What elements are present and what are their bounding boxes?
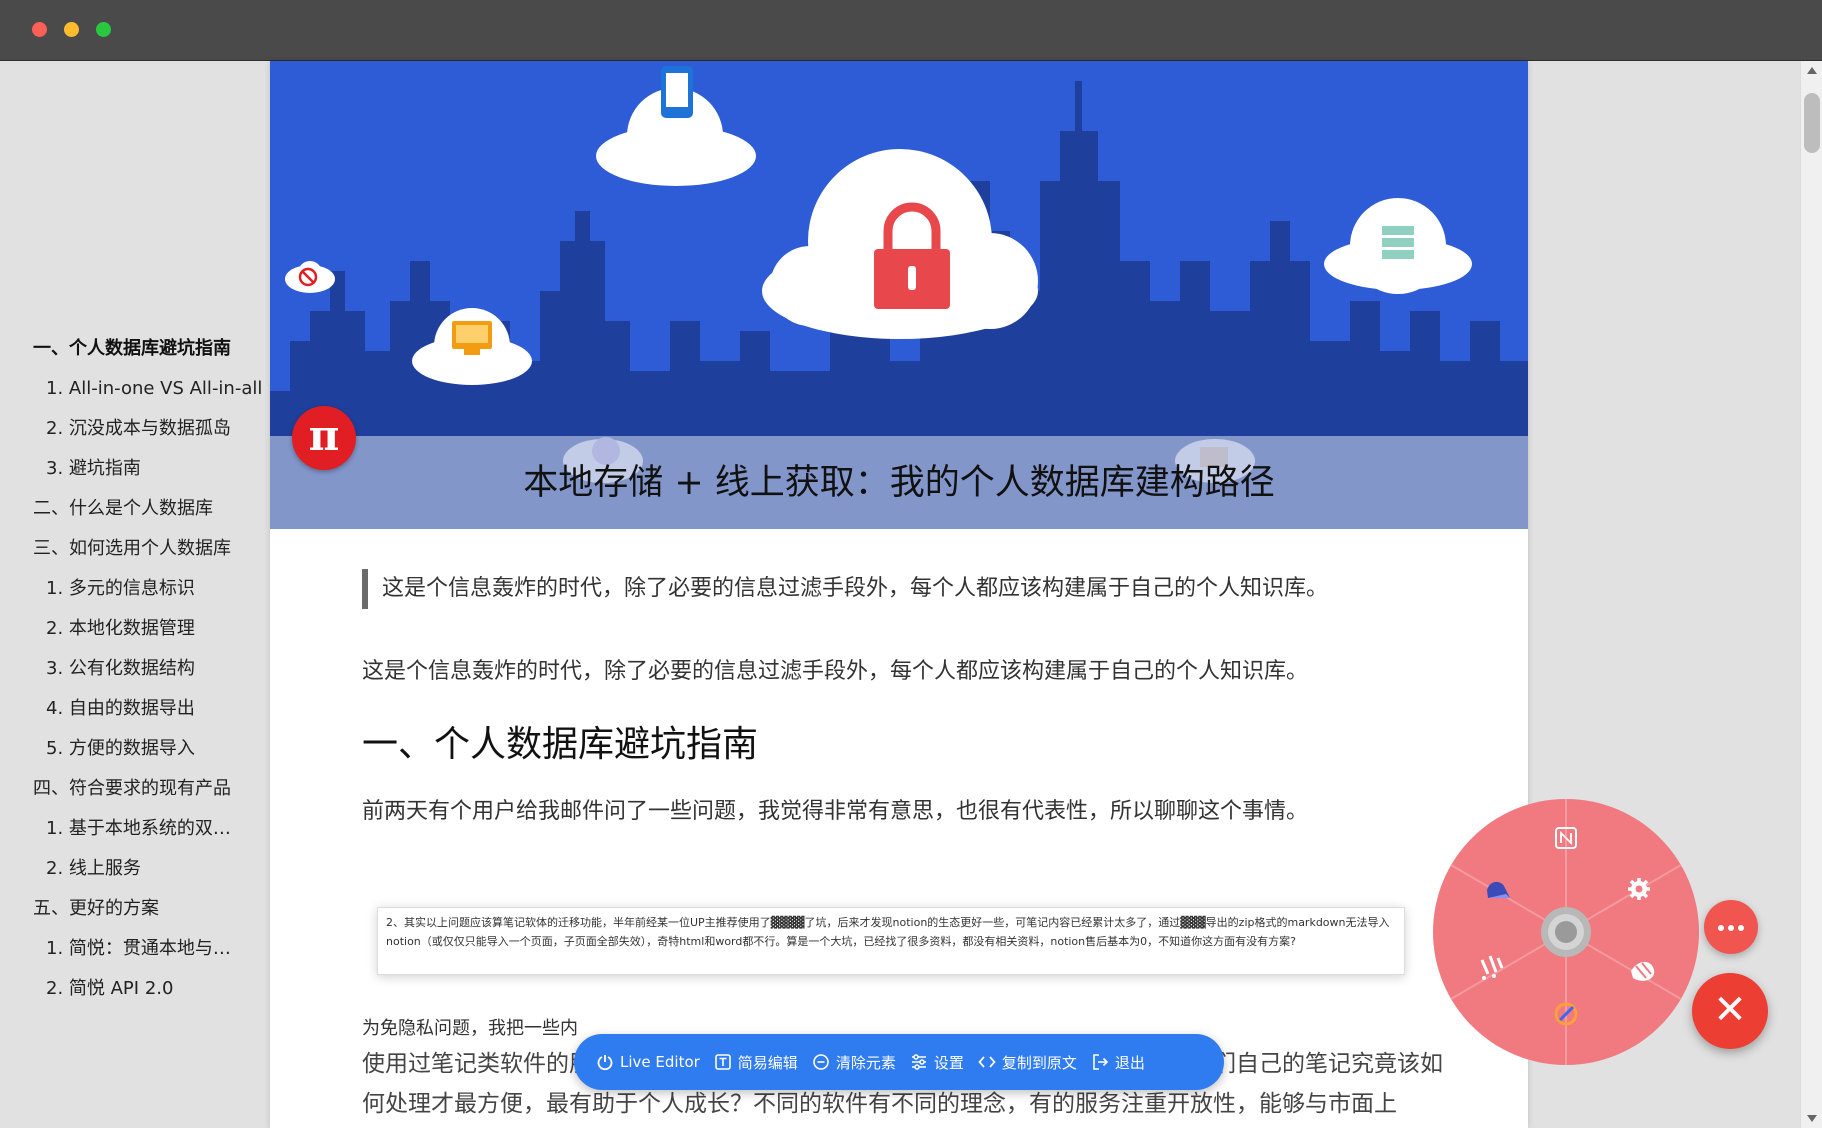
email-screenshot: 2、其实以上问题应该算笔记软体的迁移功能，半年前经某一位UP主推荐使用了▓▓▓▓…	[377, 907, 1405, 975]
copy-to-source-label: 复制到原文	[1001, 1053, 1077, 1072]
section-heading: 一、个人数据库避坑指南	[362, 724, 759, 765]
window-maximize-button[interactable]	[96, 22, 111, 37]
toc-item[interactable]: 三、如何选用个人数据库	[0, 529, 270, 569]
vertical-scrollbar[interactable]	[1800, 61, 1822, 1128]
live-editor-label: Live Editor	[620, 1053, 700, 1071]
toc-item[interactable]: 2. 线上服务	[0, 849, 270, 889]
toc-item[interactable]: 1. 简悦：贯通本地与…	[0, 929, 270, 969]
power-icon	[597, 1055, 613, 1071]
toc-item[interactable]: 2. 简悦 API 2.0	[0, 969, 270, 1009]
code-icon	[978, 1056, 996, 1068]
toc-item[interactable]: 3. 避坑指南	[0, 449, 270, 489]
toc-item[interactable]: 二、什么是个人数据库	[0, 489, 270, 529]
simple-edit-label: 简易编辑	[737, 1053, 798, 1072]
toc-item[interactable]: 5. 方便的数据导入	[0, 729, 270, 769]
scroll-up-arrow-icon[interactable]	[1807, 67, 1817, 74]
toc-item[interactable]: 1. 多元的信息标识	[0, 569, 270, 609]
scroll-thumb[interactable]	[1804, 93, 1820, 153]
more-dot-icon	[1738, 925, 1744, 931]
sliders-icon	[911, 1054, 926, 1070]
settings-label: 设置	[933, 1053, 964, 1072]
toc-item[interactable]: 四、符合要求的现有产品	[0, 769, 270, 809]
more-dot-icon	[1718, 925, 1724, 931]
minus-circle-icon	[813, 1054, 829, 1070]
clear-elements-label: 清除元素	[835, 1053, 896, 1072]
exit-button[interactable]: 退出	[1091, 1052, 1145, 1073]
simple-edit-button[interactable]: 简易编辑	[714, 1052, 798, 1073]
text-edit-icon	[714, 1054, 731, 1070]
exit-label: 退出	[1114, 1053, 1145, 1072]
paragraph: 为免隐私问题，我把一些内	[362, 1018, 578, 1039]
pi-logo: π	[292, 406, 356, 470]
radial-action-menu	[1433, 799, 1699, 1065]
toc-item[interactable]: 五、更好的方案	[0, 889, 270, 929]
outline-sidebar: 一、个人数据库避坑指南 1. All-in-one VS All-in-all …	[0, 61, 270, 1128]
scroll-down-arrow-icon[interactable]	[1807, 1115, 1817, 1122]
more-actions-button[interactable]	[1704, 900, 1758, 954]
logout-icon	[1093, 1054, 1108, 1070]
toc-item[interactable]: 1. 基于本地系统的双…	[0, 809, 270, 849]
toc-item[interactable]: 3. 公有化数据结构	[0, 649, 270, 689]
copy-to-source-button[interactable]: 复制到原文	[978, 1052, 1077, 1073]
window-titlebar	[0, 0, 1822, 61]
reader-toolbar: Live Editor 简易编辑 清除元素 设置 复制到原文 退出	[574, 1034, 1224, 1090]
toc-item[interactable]: 4. 自由的数据导出	[0, 689, 270, 729]
toc-item[interactable]: 2. 沉没成本与数据孤岛	[0, 409, 270, 449]
clear-elements-button[interactable]: 清除元素	[812, 1052, 896, 1073]
blockquote: 这是个信息轰炸的时代，除了必要的信息过滤手段外，每个人都应该构建属于自己的个人知…	[362, 569, 1382, 609]
hero-banner: 本地存储 + 线上获取：我的个人数据库建构路径	[270, 61, 1528, 529]
settings-gear-icon[interactable]	[1628, 878, 1650, 900]
table-of-contents: 一、个人数据库避坑指南 1. All-in-one VS All-in-all …	[0, 329, 270, 1009]
live-editor-button[interactable]: Live Editor	[596, 1053, 700, 1071]
article-page: 本地存储 + 线上获取：我的个人数据库建构路径 π 这是个信息轰炸的时代，除了必…	[270, 61, 1528, 1128]
more-dot-icon	[1728, 925, 1734, 931]
window-close-button[interactable]	[32, 22, 47, 37]
close-fab-button[interactable]: ✕	[1692, 973, 1768, 1049]
window-minimize-button[interactable]	[64, 22, 79, 37]
intro-paragraph: 这是个信息轰炸的时代，除了必要的信息过滤手段外，每个人都应该构建属于自己的个人知…	[362, 659, 1309, 684]
toc-item[interactable]: 2. 本地化数据管理	[0, 609, 270, 649]
paragraph: 前两天有个用户给我邮件问了一些问题，我觉得非常有意思，也很有代表性，所以聊聊这个…	[362, 799, 1309, 824]
settings-button[interactable]: 设置	[910, 1052, 964, 1073]
toc-item[interactable]: 一、个人数据库避坑指南	[0, 329, 270, 369]
toc-item[interactable]: 1. All-in-one VS All-in-all	[0, 369, 270, 409]
article-title: 本地存储 + 线上获取：我的个人数据库建构路径	[523, 463, 1275, 503]
